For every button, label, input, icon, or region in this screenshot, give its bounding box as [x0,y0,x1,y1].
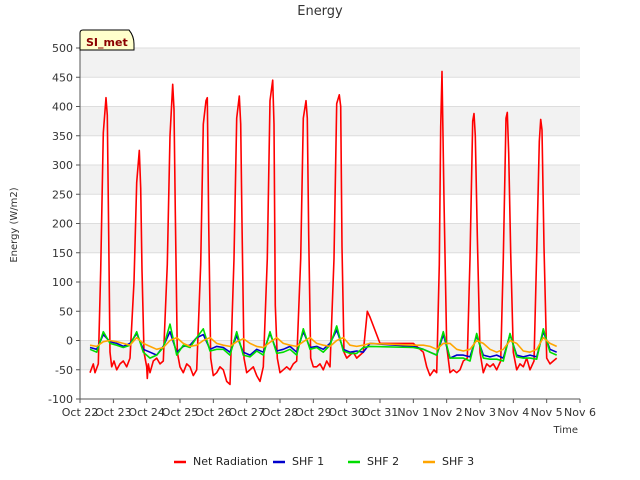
y-tick-label: 50 [59,305,73,318]
plot-band [80,252,580,282]
legend-label-shf-3: SHF 3 [442,455,474,468]
y-tick-label: 150 [52,247,73,260]
x-tick-label: Oct 28 [262,406,299,419]
x-tick-label: Oct 29 [295,406,332,419]
x-tick-label: Nov 6 [564,406,596,419]
y-tick-label: 500 [52,42,73,55]
legend-label-net-radiation: Net Radiation [193,455,268,468]
station-tag: SI_met [79,29,135,51]
legend: Net Radiation SHF 1 SHF 2 SHF 3 [174,455,474,468]
y-tick-label: 450 [52,71,73,84]
x-tick-label: Oct 22 [62,406,99,419]
y-tick-label: 100 [52,276,73,289]
plot-band [80,48,580,78]
y-tick-label: 250 [52,188,73,201]
y-tick-label: 0 [66,335,73,348]
x-axis-label: Time [553,425,578,436]
x-tick-label: Nov 5 [531,406,563,419]
x-tick-label: Oct 26 [195,406,232,419]
x-tick-label: Nov 2 [431,406,463,419]
y-tick-label: 400 [52,101,73,114]
x-tick-label: Oct 31 [362,406,399,419]
x-tick-label: Nov 1 [397,406,429,419]
plot-band [80,282,580,312]
x-tick-label: Oct 25 [162,406,199,419]
energy-chart: -100 -50 0 50 100 150 200 250 300 350 400 450 500 Oct… [9,4,596,468]
chart-title: Energy [297,4,343,19]
legend-label-shf-2: SHF 2 [367,455,399,468]
x-tick-label: Oct 23 [95,406,132,419]
plot-band [80,369,580,399]
plot-band [80,311,580,341]
x-tick-label: Oct 24 [128,406,165,419]
y-tick-label: -100 [48,393,73,406]
y-tick-label: -50 [55,364,73,377]
x-tick-label: Nov 4 [497,406,529,419]
station-tag-label: SI_met [86,36,128,49]
x-tick-label: Oct 27 [228,406,265,419]
plot-band [80,223,580,253]
legend-label-shf-1: SHF 1 [292,455,324,468]
y-tick-label: 300 [52,159,73,172]
x-tick-label: Nov 3 [464,406,496,419]
plot-band [80,77,580,107]
y-axis-label: Energy (W/m2) [9,187,20,262]
y-tick-label: 350 [52,130,73,143]
y-tick-label: 200 [52,218,73,231]
x-tick-label: Oct 30 [328,406,365,419]
